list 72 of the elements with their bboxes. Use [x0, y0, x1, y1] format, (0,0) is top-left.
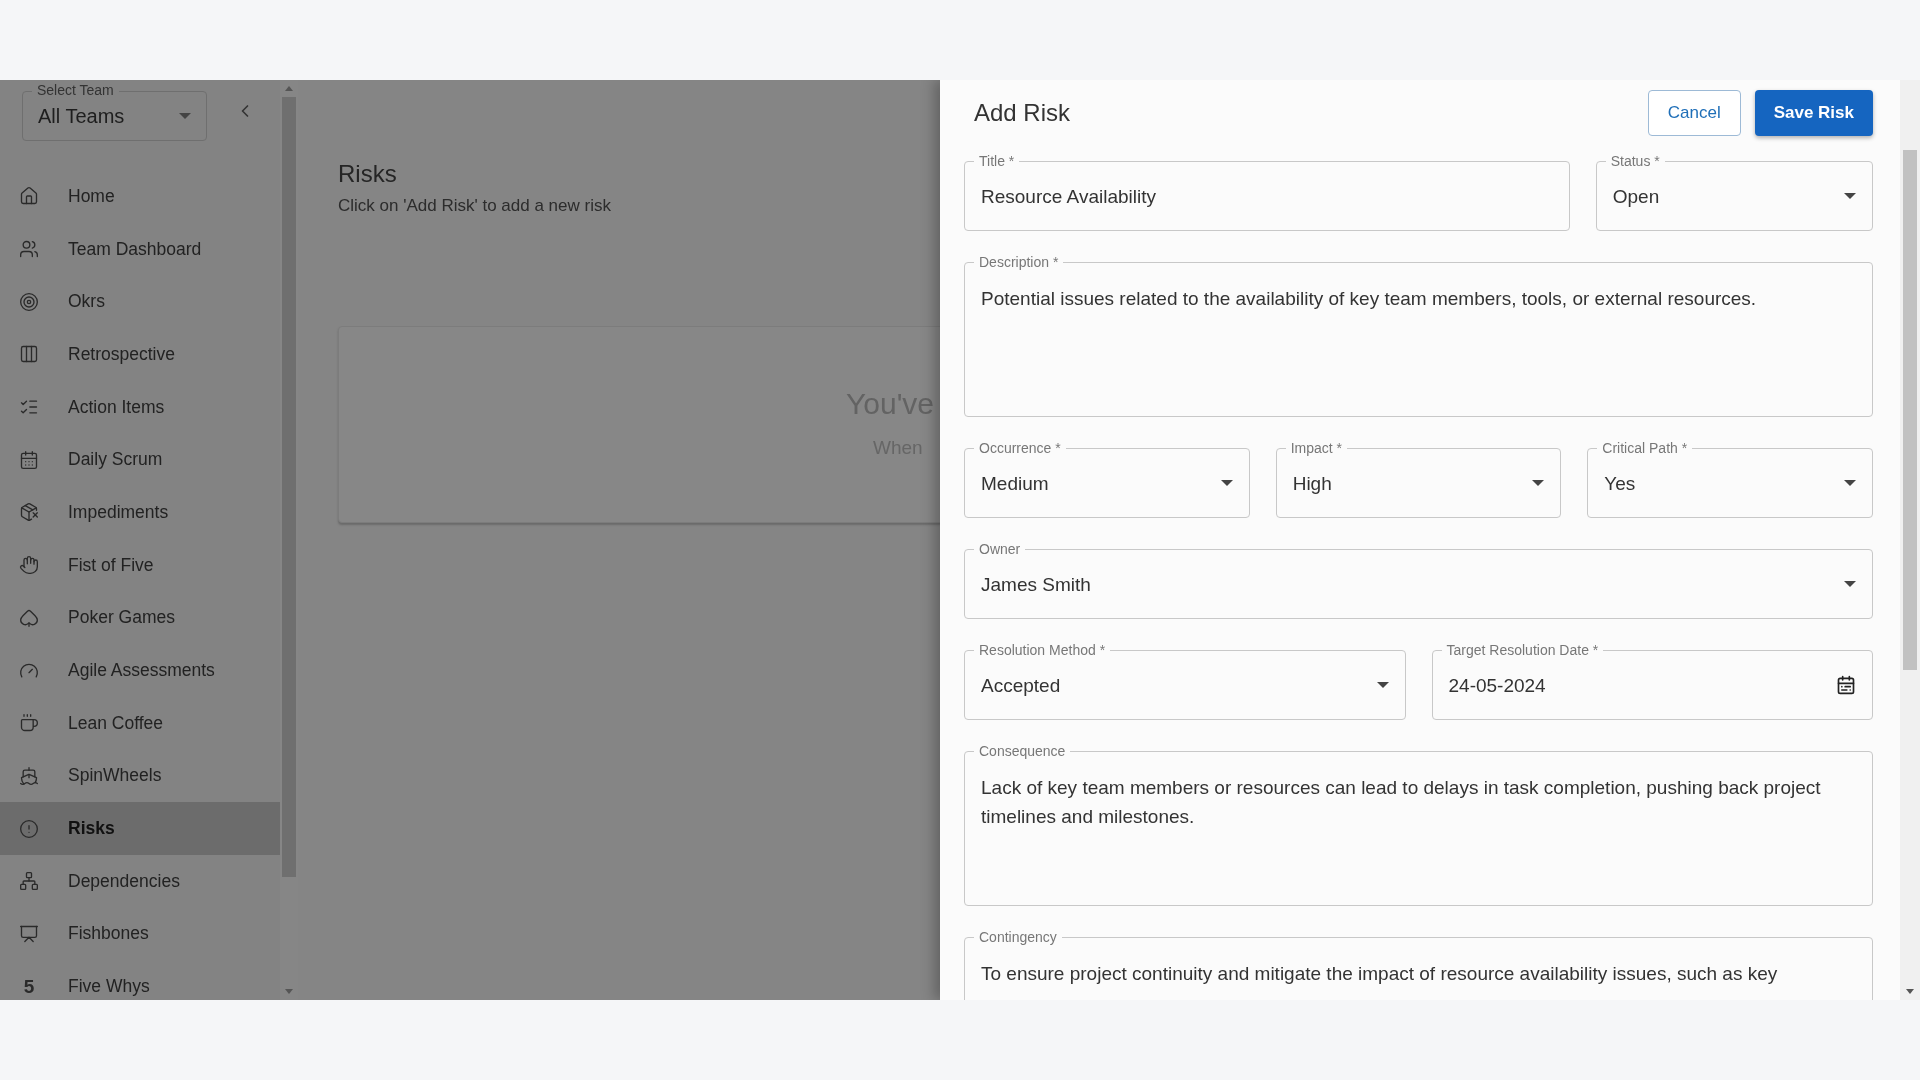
nav-label: Retrospective	[68, 343, 175, 365]
text-area[interactable]: Description * Potential issues related to the availability of key team members, tools, or external resources.	[964, 252, 1873, 417]
caret-icon	[1844, 480, 1856, 486]
nav-label: Team Dashboard	[68, 238, 202, 260]
nav-label: Dependencies	[68, 870, 180, 892]
field-value: Open	[1612, 184, 1660, 209]
field-value: Accepted	[981, 673, 1061, 698]
board-icon	[19, 923, 39, 944]
field-value: Resource Availability	[981, 184, 1156, 209]
select-field[interactable]: Resolution Method * Accepted	[964, 640, 1406, 720]
caret-icon	[1220, 480, 1233, 486]
nav-label: Okrs	[68, 291, 105, 313]
drawer-title: Add Risk	[974, 99, 1071, 127]
input-field[interactable]: Title * Resource Availability	[964, 151, 1570, 231]
page-title: Risks	[338, 160, 398, 188]
field-value: Lack of key team members or resources can lead to delays in task completion, pushing back project timelines and milestones.	[981, 776, 1822, 829]
scrollbar[interactable]	[1900, 80, 1920, 1000]
caret-icon	[1844, 193, 1856, 199]
page-subtitle: Click on 'Add Risk' to add a new risk	[338, 196, 612, 216]
alert-icon	[19, 818, 39, 839]
nav-label: Impediments	[68, 501, 169, 523]
nav-label: Agile Assessments	[68, 660, 215, 682]
team-select[interactable]: Select Team All Teams	[22, 81, 207, 141]
caret-icon	[179, 113, 191, 119]
field-label: Select Team	[32, 82, 119, 98]
field-value: Medium	[981, 471, 1049, 496]
field-label: Contingency	[974, 928, 1062, 946]
field-value: Yes	[1604, 471, 1636, 496]
nav-label: Lean Coffee	[68, 712, 164, 734]
nav-label: Daily Scrum	[68, 449, 163, 471]
nav-label: Five Whys	[68, 976, 150, 998]
nav-label: Poker Games	[68, 607, 175, 629]
field-label: Target Resolution Date *	[1441, 641, 1604, 659]
target-icon	[19, 291, 39, 312]
columns-icon	[19, 344, 39, 365]
nav-label: Home	[68, 185, 115, 207]
select-field[interactable]: Occurrence * Medium	[964, 438, 1250, 518]
field-value: James Smith	[981, 572, 1091, 597]
field-value: Potential issues related to the availability of key team members, tools, or external resources.	[981, 287, 1757, 311]
select-field[interactable]: Critical Path * Yes	[1587, 438, 1873, 518]
house-icon	[19, 186, 39, 207]
caret-icon	[1844, 581, 1856, 587]
people-icon	[19, 239, 39, 260]
field-value: High	[1292, 471, 1332, 496]
nav-label: SpinWheels	[68, 765, 162, 787]
caret-icon	[1532, 480, 1545, 486]
nav-label: Fist of Five	[68, 554, 154, 576]
nav-label: Fishbones	[68, 923, 149, 945]
caret-icon	[1376, 682, 1389, 688]
field-value: All Teams	[38, 104, 125, 128]
nav-label: Action Items	[68, 396, 165, 418]
package-icon	[19, 502, 39, 523]
text-area[interactable]: Consequence Lack of key team members or resources can lead to delays in task completion, pushing back project timelines and milestones.	[964, 741, 1873, 906]
calendar-icon	[19, 449, 39, 470]
field-value: 24-05-2024	[1448, 673, 1546, 698]
date-field[interactable]: Target Resolution Date * 24-05-2024	[1431, 640, 1873, 720]
field-label: Description *	[974, 253, 1064, 271]
cup-icon	[19, 713, 39, 734]
calendar-icon[interactable]	[1836, 675, 1856, 695]
network-icon	[19, 871, 39, 892]
hand-icon	[19, 555, 39, 576]
cancel-button[interactable]: Cancel	[1647, 90, 1741, 136]
nav-label: Risks	[68, 818, 115, 840]
select-field[interactable]: Impact * High	[1275, 438, 1562, 518]
select-field[interactable]: Status * Open	[1595, 151, 1873, 231]
field-value: To ensure project continuity and mitigate the impact of resource availability issues, such as key	[981, 962, 1778, 986]
number-icon: 5	[23, 975, 35, 998]
scrollbar[interactable]	[280, 80, 298, 1000]
nav-item[interactable]: Risks	[0, 802, 280, 855]
select-field[interactable]: Owner James Smith	[964, 539, 1873, 619]
scroll-thumb[interactable]	[1903, 150, 1917, 670]
save-button[interactable]: Save Risk	[1754, 90, 1873, 136]
